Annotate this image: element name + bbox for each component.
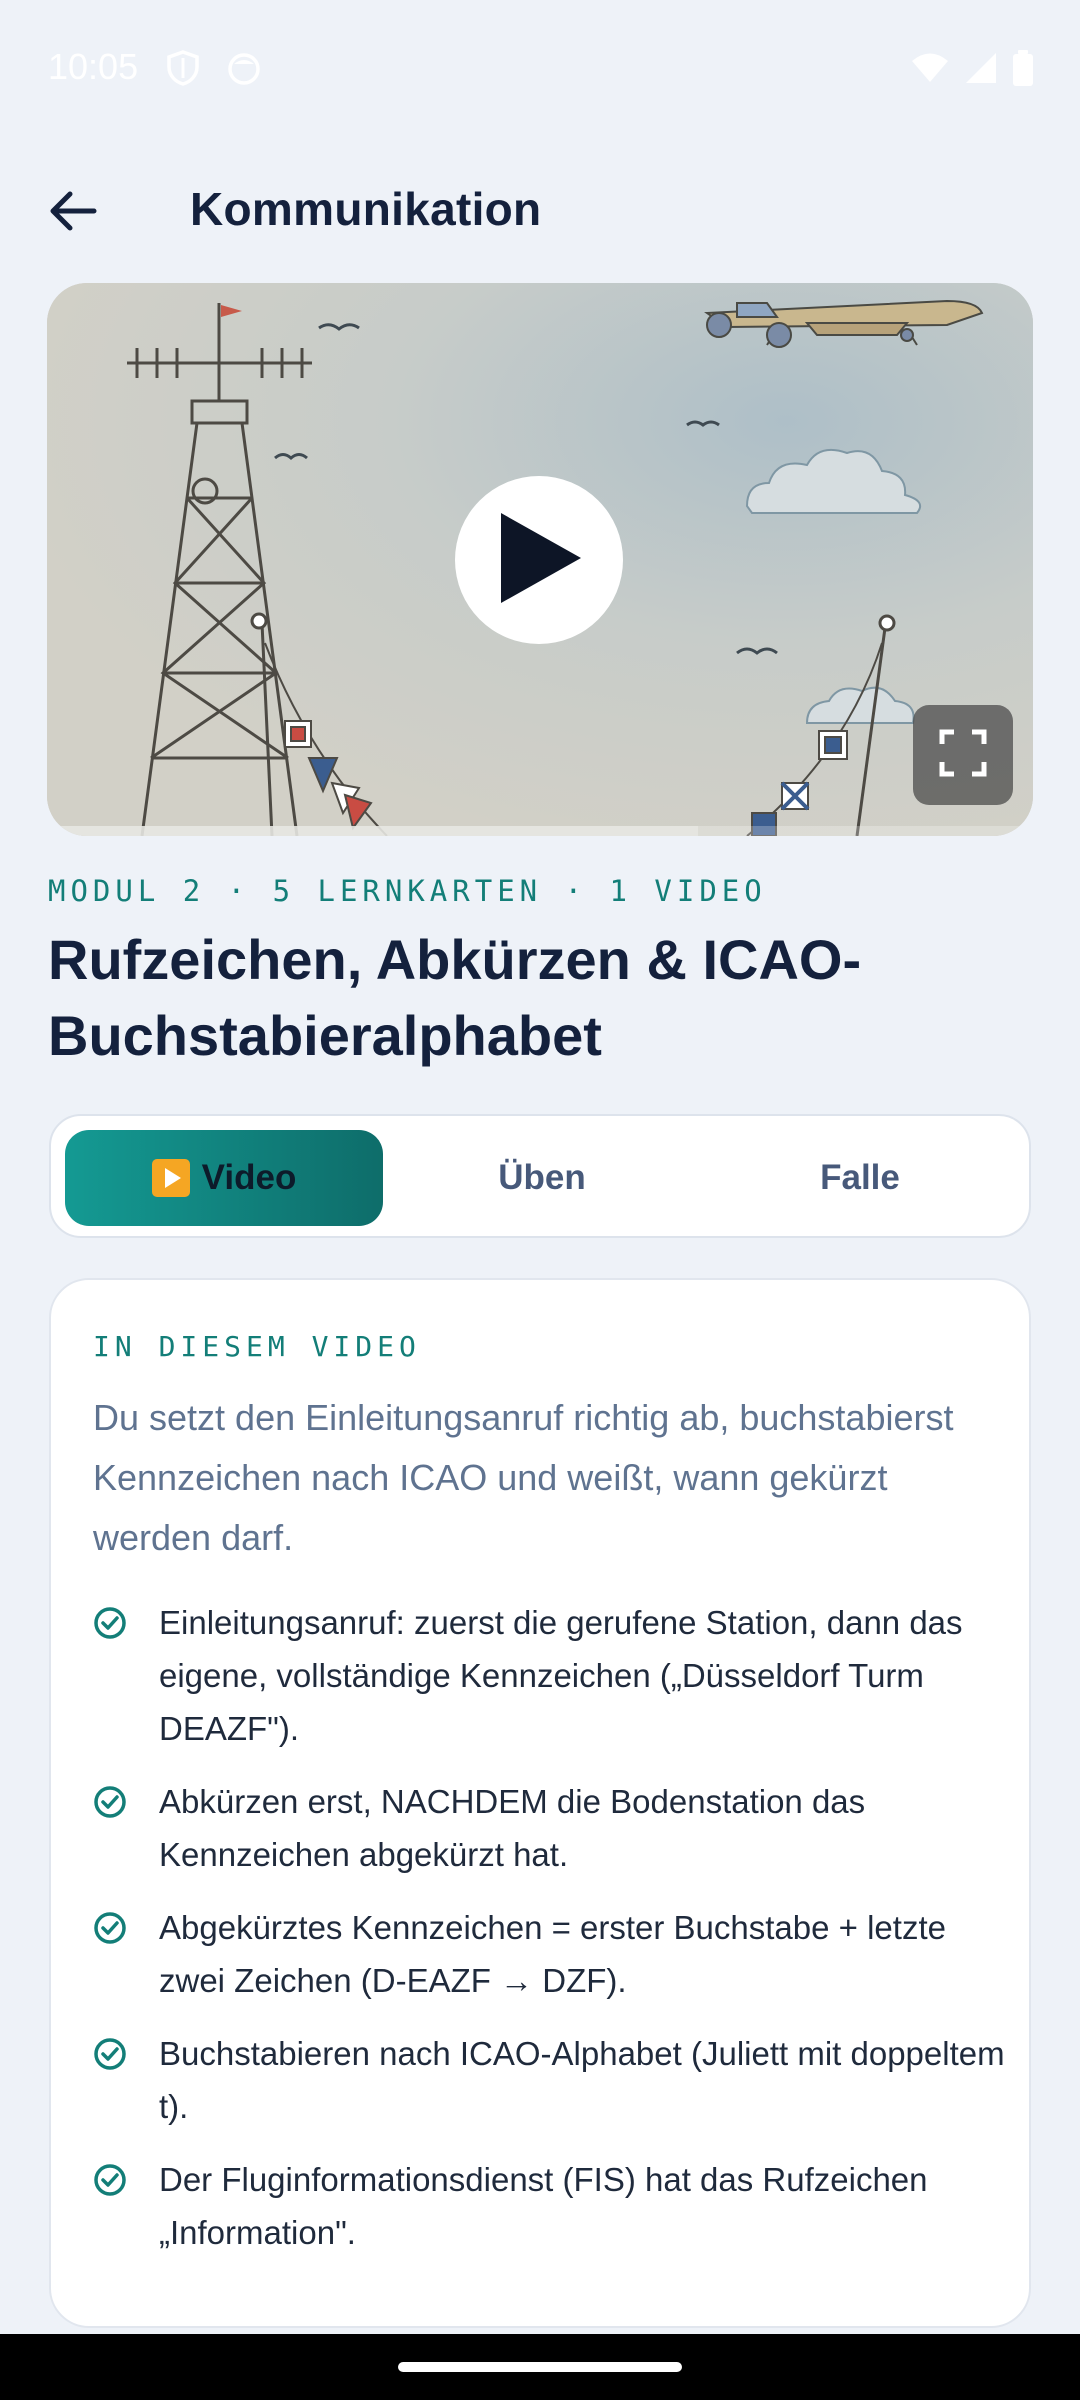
status-time: 10:05	[48, 46, 139, 87]
status-icons-right	[910, 50, 1034, 91]
face-icon	[226, 50, 262, 91]
video-player[interactable]	[47, 283, 1033, 836]
battery-icon	[1012, 50, 1034, 91]
list-item: Der Fluginformationsdienst (FIS) hat das…	[93, 2153, 1013, 2259]
card-label: IN DIESEM VIDEO	[93, 1330, 421, 1363]
tab-video-label: Video	[201, 1158, 297, 1197]
fullscreen-icon	[938, 728, 988, 783]
status-bar: 10:05	[0, 0, 1080, 136]
key-points-list: Einleitungsanruf: zuerst die gerufene St…	[93, 1596, 1013, 2279]
lesson-title: Rufzeichen, Abkürzen & ICAO-Buchstabiera…	[48, 928, 862, 1067]
status-icons-left	[166, 50, 262, 91]
list-item-text: Buchstabieren nach ICAO-Alphabet (Juliet…	[159, 2035, 1005, 2125]
tab-falle-label: Falle	[820, 1158, 900, 1197]
card-intro: Du setzt den Einleitungsanruf richtig ab…	[93, 1397, 954, 1558]
list-item-text: Der Fluginformationsdienst (FIS) hat das…	[159, 2161, 928, 2251]
page-title: Kommunikation	[190, 183, 542, 235]
tab-bar: Video Üben Falle	[49, 1114, 1031, 1238]
play-icon	[497, 512, 581, 608]
back-button[interactable]	[40, 180, 106, 246]
tab-ueben[interactable]: Üben	[383, 1130, 701, 1226]
play-button-emoji-icon	[151, 1159, 190, 1197]
check-circle-icon	[94, 2164, 126, 2196]
check-circle-icon	[94, 1607, 126, 1639]
check-circle-icon	[94, 1786, 126, 1818]
list-item: Abkürzen erst, NACHDEM die Bodenstation …	[93, 1775, 1013, 1881]
list-item-text: Abkürzen erst, NACHDEM die Bodenstation …	[159, 1783, 866, 1873]
system-nav-bar	[0, 2334, 1080, 2400]
shield-icon	[166, 50, 200, 91]
tab-video[interactable]: Video	[65, 1130, 383, 1226]
tab-falle[interactable]: Falle	[701, 1130, 1019, 1226]
check-circle-icon	[94, 2038, 126, 2070]
list-item: Einleitungsanruf: zuerst die gerufene St…	[93, 1596, 1013, 1755]
arrow-left-icon	[48, 189, 98, 238]
play-button[interactable]	[455, 476, 623, 644]
app-bar: Kommunikation	[0, 160, 1080, 260]
signal-icon	[964, 51, 998, 90]
home-gesture-handle[interactable]	[398, 2362, 682, 2372]
video-summary-card: IN DIESEM VIDEO Du setzt den Einleitungs…	[49, 1278, 1031, 2328]
fullscreen-button[interactable]	[913, 705, 1013, 805]
list-item-text: Abgekürztes Kennzeichen = erster Buchsta…	[159, 1909, 946, 1999]
video-progress-fill	[47, 826, 698, 836]
wifi-icon	[910, 52, 950, 89]
video-progress-track[interactable]	[47, 826, 1033, 836]
tab-ueben-label: Üben	[498, 1158, 586, 1197]
check-circle-icon	[94, 1912, 126, 1944]
list-item: Abgekürztes Kennzeichen = erster Buchsta…	[93, 1901, 1013, 2007]
lesson-meta: MODUL 2 · 5 LERNKARTEN · 1 VIDEO	[48, 874, 767, 908]
list-item-text: Einleitungsanruf: zuerst die gerufene St…	[159, 1604, 963, 1747]
list-item: Buchstabieren nach ICAO-Alphabet (Juliet…	[93, 2027, 1013, 2133]
